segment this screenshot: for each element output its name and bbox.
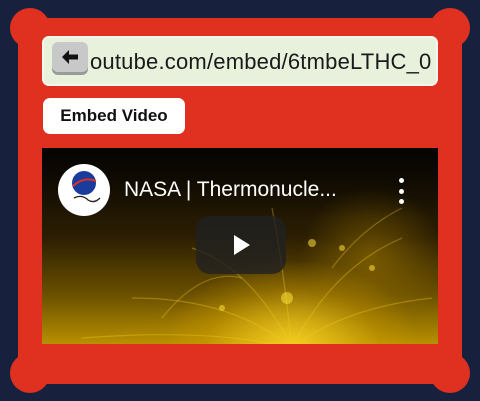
video-title[interactable]: NASA | Thermonucle... (124, 178, 364, 202)
back-button[interactable] (52, 42, 88, 72)
play-button[interactable] (196, 216, 286, 274)
url-input-value[interactable]: outube.com/embed/6tmbeLTHC_0 (90, 49, 432, 75)
more-vertical-icon[interactable] (394, 178, 408, 204)
embed-video-button[interactable]: Embed Video (43, 98, 185, 134)
play-icon (234, 235, 250, 255)
url-input[interactable]: outube.com/embed/6tmbeLTHC_0 (42, 36, 438, 86)
channel-avatar[interactable] (58, 164, 110, 216)
arrow-left-icon (62, 50, 78, 64)
embedded-video-player[interactable]: NASA | Thermonucle... (42, 148, 438, 344)
